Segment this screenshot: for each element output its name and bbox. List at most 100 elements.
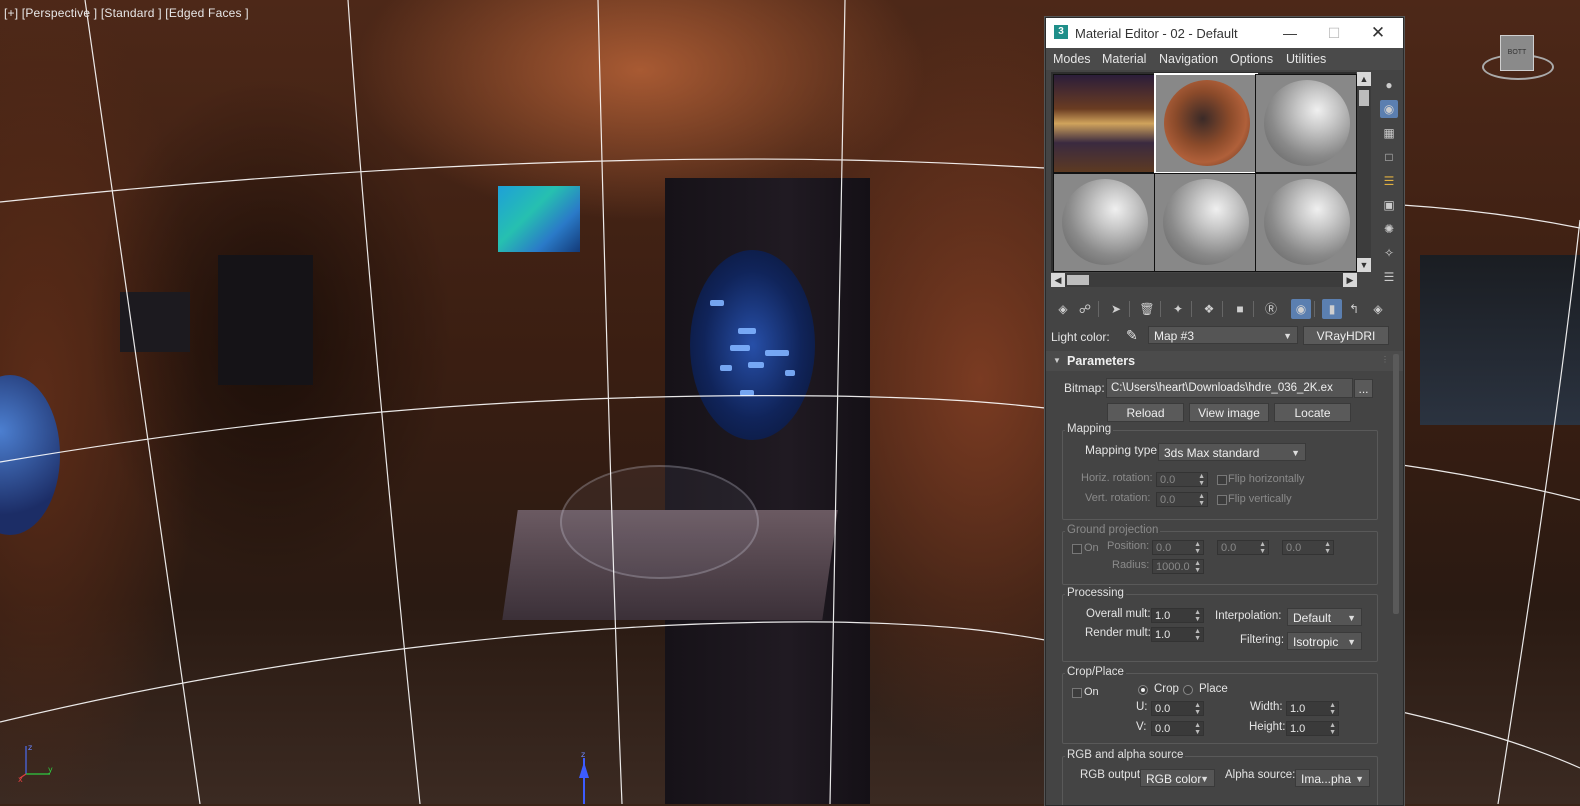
axis-y-label: y xyxy=(48,765,53,774)
alpha-source-label: Alpha source: xyxy=(1225,769,1296,781)
place-radio[interactable] xyxy=(1183,685,1193,695)
minimize-icon[interactable]: — xyxy=(1277,22,1303,44)
sample-slot-2[interactable] xyxy=(1154,73,1258,174)
position-y-spinner[interactable]: 0.0 ▲ ▼ xyxy=(1217,540,1269,555)
ground-projection-title: Ground projection xyxy=(1065,524,1161,536)
view-image-button[interactable]: View image xyxy=(1189,403,1269,422)
slots-horizontal-scrollbar[interactable]: ◀ ▶ xyxy=(1051,273,1357,287)
title-bar[interactable]: 3 Material Editor - 02 - Default — ☐ ✕ xyxy=(1046,18,1403,48)
close-icon[interactable]: ✕ xyxy=(1365,22,1391,44)
crop-place-title: Crop/Place xyxy=(1065,666,1126,678)
go-forward-sibling-icon[interactable]: ◈ xyxy=(1368,299,1388,319)
scroll-thumb[interactable] xyxy=(1359,90,1369,106)
background-checker-icon[interactable]: ▦ xyxy=(1380,124,1398,142)
show-shaded-icon[interactable]: ◉ xyxy=(1291,299,1311,319)
scroll-right-icon[interactable]: ▶ xyxy=(1343,273,1357,287)
browse-button[interactable]: ... xyxy=(1354,379,1373,398)
go-to-parent-icon[interactable]: ↰ xyxy=(1344,299,1364,319)
put-to-scene-icon[interactable]: ☍ xyxy=(1075,299,1095,319)
spinner-arrows-icon: ▲ ▼ xyxy=(1194,541,1201,555)
make-unique-icon[interactable]: ✦ xyxy=(1168,299,1188,319)
bitmap-path-field[interactable]: C:\Users\heart\Downloads\hdre_036_2K.ex xyxy=(1106,378,1353,398)
select-by-material-icon[interactable]: ✧ xyxy=(1380,244,1398,262)
show-end-result-icon[interactable]: ▮ xyxy=(1322,299,1342,319)
overall-mult-spinner[interactable]: 1.0 ▲ ▼ xyxy=(1151,608,1204,623)
scroll-left-icon[interactable]: ◀ xyxy=(1051,273,1065,287)
spinner-arrows-icon: ▲ ▼ xyxy=(1194,702,1201,716)
chevron-down-icon: ▼ xyxy=(1347,637,1356,647)
rgb-output-label: RGB output: xyxy=(1080,769,1144,781)
video-color-check-icon[interactable]: ☰ xyxy=(1380,172,1398,190)
render-mult-spinner[interactable]: 1.0 ▲ ▼ xyxy=(1151,627,1204,642)
locate-button[interactable]: Locate xyxy=(1274,403,1351,422)
spinner-arrows-icon: ▲ ▼ xyxy=(1259,541,1266,555)
crop-on-checkbox[interactable] xyxy=(1072,688,1082,698)
width-spinner[interactable]: 1.0 ▲ ▼ xyxy=(1286,701,1339,716)
u-spinner[interactable]: 0.0 ▲ ▼ xyxy=(1151,701,1204,716)
make-preview-icon[interactable]: ▣ xyxy=(1380,196,1398,214)
ground-on-checkbox[interactable] xyxy=(1072,544,1082,554)
map-type-button[interactable]: VRayHDRI xyxy=(1303,326,1389,345)
horiz-rotation-spinner[interactable]: 0.0 ▲ ▼ xyxy=(1156,472,1208,487)
sample-slot-3[interactable] xyxy=(1255,74,1357,173)
material-id-icon[interactable]: Ⓡ xyxy=(1261,299,1281,319)
v-spinner[interactable]: 0.0 ▲ ▼ xyxy=(1151,721,1204,736)
sample-slot-6[interactable] xyxy=(1255,173,1357,272)
menu-navigation[interactable]: Navigation xyxy=(1159,52,1218,66)
menu-modes[interactable]: Modes xyxy=(1053,52,1091,66)
mapping-type-dropdown[interactable]: 3ds Max standard ▼ xyxy=(1158,443,1306,461)
move-gizmo-z-icon[interactable]: z xyxy=(574,748,594,804)
height-label: Height: xyxy=(1249,721,1286,733)
scroll-thumb[interactable] xyxy=(1067,275,1089,285)
flip-horizontally-checkbox[interactable] xyxy=(1217,475,1227,485)
radius-spinner[interactable]: 1000.0 ▲ ▼ xyxy=(1152,559,1204,574)
reload-button[interactable]: Reload xyxy=(1107,403,1184,422)
spinner-arrows-icon: ▲ ▼ xyxy=(1329,702,1336,716)
material-navigator-icon[interactable]: ☰ xyxy=(1380,268,1398,286)
vert-rotation-spinner[interactable]: 0.0 ▲ ▼ xyxy=(1156,492,1208,507)
eyedropper-icon[interactable]: ✎ xyxy=(1126,327,1138,344)
position-z-value: 0.0 xyxy=(1286,542,1302,554)
viewport-label[interactable]: [+] [Perspective ] [Standard ] [Edged Fa… xyxy=(4,6,249,20)
menu-options[interactable]: Options xyxy=(1230,52,1273,66)
backlight-icon[interactable]: ◉ xyxy=(1380,100,1398,118)
panel-scrollbar[interactable] xyxy=(1393,354,1399,614)
get-material-icon[interactable]: ◈ xyxy=(1053,299,1073,319)
filtering-dropdown[interactable]: Isotropic ▼ xyxy=(1287,632,1362,650)
sample-slot-5[interactable] xyxy=(1154,173,1256,272)
scroll-down-icon[interactable]: ▼ xyxy=(1357,258,1371,272)
ground-on-label: On xyxy=(1084,542,1099,554)
menu-utilities[interactable]: Utilities xyxy=(1286,52,1326,66)
maximize-icon[interactable]: ☐ xyxy=(1321,22,1347,44)
viewcube[interactable]: BOTT xyxy=(1482,30,1554,85)
delete-icon[interactable]: 🗑 xyxy=(1137,299,1157,319)
map-name-dropdown[interactable]: Map #3 ▼ xyxy=(1148,326,1298,344)
flip-vertically-checkbox[interactable] xyxy=(1217,495,1227,505)
interpolation-dropdown[interactable]: Default ▼ xyxy=(1287,608,1362,626)
parameters-rollout[interactable]: ▼ Parameters ⋮ xyxy=(1046,351,1403,371)
material-editor-window[interactable]: 3 Material Editor - 02 - Default — ☐ ✕ M… xyxy=(1045,17,1404,806)
crop-radio[interactable] xyxy=(1138,685,1148,695)
radius-label: Radius: xyxy=(1112,559,1150,571)
options-icon[interactable]: ✺ xyxy=(1380,220,1398,238)
sample-uv-tiling-icon[interactable]: □ xyxy=(1380,148,1398,166)
sample-slot-1[interactable] xyxy=(1053,74,1155,173)
menu-bar: Modes Material Navigation Options Utilit… xyxy=(1046,48,1403,70)
sample-slot-4[interactable] xyxy=(1053,173,1155,272)
slots-vertical-scrollbar[interactable]: ▲ ▼ xyxy=(1357,72,1371,272)
scroll-up-icon[interactable]: ▲ xyxy=(1357,72,1371,86)
position-x-spinner[interactable]: 0.0 ▲ ▼ xyxy=(1152,540,1204,555)
spinner-arrows-icon: ▲ ▼ xyxy=(1198,473,1205,487)
save-icon[interactable]: ■ xyxy=(1230,299,1250,319)
height-spinner[interactable]: 1.0 ▲ ▼ xyxy=(1286,721,1339,736)
assign-to-selection-icon[interactable]: ➤ xyxy=(1106,299,1126,319)
alpha-source-value: Ima...pha xyxy=(1301,772,1352,786)
sample-type-icon[interactable]: ● xyxy=(1380,76,1398,94)
put-to-library-icon[interactable]: ❖ xyxy=(1199,299,1219,319)
viewcube-face[interactable]: BOTT xyxy=(1500,35,1534,71)
position-label: Position: xyxy=(1107,540,1150,552)
menu-material[interactable]: Material xyxy=(1102,52,1146,66)
rgb-output-dropdown[interactable]: RGB color ▼ xyxy=(1140,769,1215,787)
alpha-source-dropdown[interactable]: Ima...pha ▼ xyxy=(1295,769,1370,787)
position-z-spinner[interactable]: 0.0 ▲ ▼ xyxy=(1282,540,1334,555)
